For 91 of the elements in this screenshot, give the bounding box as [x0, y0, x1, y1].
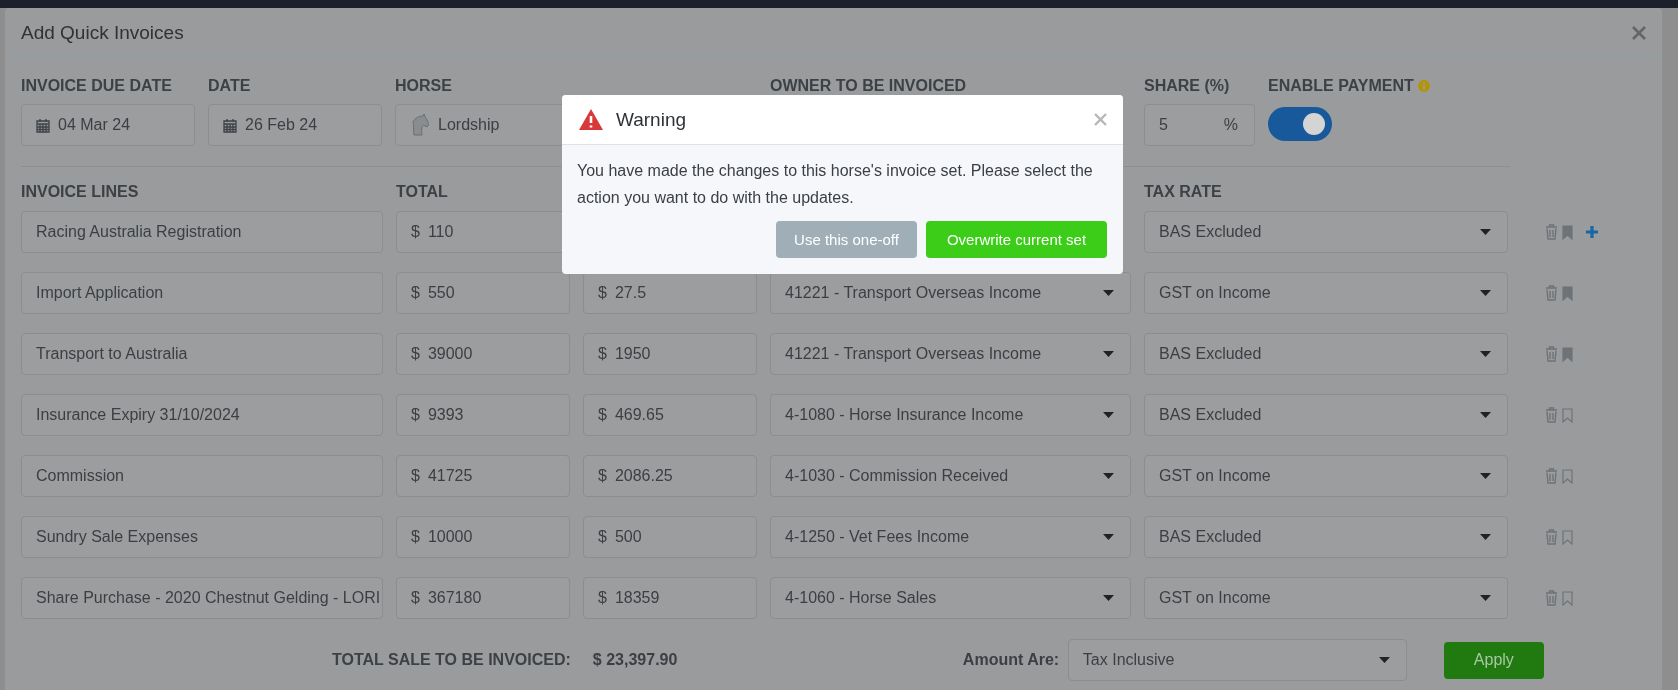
- caret-icon: [1480, 351, 1491, 357]
- caret-icon: [1103, 351, 1114, 357]
- tax-rate-select[interactable]: GST on Income: [1144, 577, 1508, 619]
- account-select[interactable]: 41221 - Transport Overseas Income: [770, 333, 1131, 375]
- column-heading: INVOICE LINES: [21, 182, 140, 202]
- tax-field[interactable]: $ 1950: [583, 333, 757, 375]
- share-field[interactable]: 5 %: [1144, 104, 1255, 146]
- trash-icon[interactable]: [1545, 346, 1558, 362]
- field-label: OWNER TO BE INVOICED: [770, 76, 968, 96]
- field-label: INVOICE DUE DATE: [21, 76, 173, 96]
- horse-head-icon: [410, 114, 430, 136]
- close-icon[interactable]: [1632, 25, 1646, 40]
- field-label: DATE: [208, 76, 252, 96]
- caret-icon: [1480, 534, 1491, 540]
- description-field[interactable]: Share Purchase - 2020 Chestnut Gelding - LORI: [21, 577, 383, 619]
- date-field[interactable]: 04 Mar 24: [21, 104, 195, 146]
- bookmark-icon[interactable]: [1562, 590, 1573, 606]
- field-label: SHARE (%): [1144, 76, 1231, 96]
- description-field[interactable]: Commission: [21, 455, 383, 497]
- bookmark-icon[interactable]: [1562, 224, 1573, 240]
- tax-field[interactable]: $ 27.5: [583, 272, 757, 314]
- total-value: $ 23,397.90: [592, 651, 679, 669]
- tax-rate-select[interactable]: GST on Income: [1144, 455, 1508, 497]
- warning-icon: [578, 108, 604, 131]
- account-select[interactable]: 4-1250 - Vet Fees Income: [770, 516, 1131, 558]
- account-select[interactable]: 4-1030 - Commission Received: [770, 455, 1131, 497]
- caret-icon: [1103, 595, 1114, 601]
- account-select[interactable]: 41221 - Transport Overseas Income: [770, 272, 1131, 314]
- amount-select[interactable]: Tax Inclusive: [1067, 639, 1407, 681]
- bookmark-icon[interactable]: [1562, 407, 1573, 423]
- caret-icon: [1103, 290, 1114, 296]
- overwrite-button[interactable]: Overwrite current set: [926, 221, 1107, 258]
- tax-field[interactable]: $ 18359: [583, 577, 757, 619]
- bookmark-icon[interactable]: [1562, 468, 1573, 484]
- one-off-button[interactable]: Use this one-off: [776, 221, 917, 258]
- caret-icon: [1480, 229, 1491, 235]
- apply-button[interactable]: Apply: [1443, 641, 1544, 679]
- amount-label: Amount Are:: [962, 651, 1061, 669]
- calendar-icon: [36, 117, 50, 133]
- field-label: ENABLE PAYMENT: [1268, 76, 1414, 96]
- bookmark-icon[interactable]: [1562, 529, 1573, 545]
- caret-icon: [1378, 657, 1390, 663]
- description-field[interactable]: Transport to Australia: [21, 333, 383, 375]
- info-icon[interactable]: [1417, 80, 1430, 92]
- caret-icon: [1480, 412, 1491, 418]
- total-field[interactable]: $ 9393: [396, 394, 570, 436]
- calendar-icon: [223, 117, 237, 133]
- total-field[interactable]: $ 41725: [396, 455, 570, 497]
- tax-field[interactable]: $ 2086.25: [583, 455, 757, 497]
- column-heading: TAX RATE: [1144, 182, 1223, 202]
- dialog-message: You have made the changes to this horse's invoice set. Please select the action you want to do with the updates.: [577, 161, 1094, 208]
- total-field[interactable]: $ 367180: [396, 577, 570, 619]
- total-label: TOTAL SALE TO BE INVOICED:: [332, 651, 571, 669]
- date-field[interactable]: 26 Feb 24: [208, 104, 382, 146]
- tax-rate-select[interactable]: BAS Excluded: [1144, 394, 1508, 436]
- close-icon[interactable]: [1094, 113, 1107, 126]
- caret-icon: [1480, 595, 1491, 601]
- trash-icon[interactable]: [1545, 407, 1558, 423]
- caret-icon: [1103, 473, 1114, 479]
- description-field[interactable]: Insurance Expiry 31/10/2024: [21, 394, 383, 436]
- bookmark-icon[interactable]: [1562, 285, 1573, 301]
- plus-icon[interactable]: [1585, 225, 1599, 239]
- trash-icon[interactable]: [1545, 590, 1558, 606]
- description-field[interactable]: Racing Australia Registration: [21, 211, 383, 253]
- account-select[interactable]: 4-1080 - Horse Insurance Income: [770, 394, 1131, 436]
- caret-icon: [1103, 412, 1114, 418]
- tax-rate-select[interactable]: BAS Excluded: [1144, 333, 1508, 375]
- total-field[interactable]: $ 39000: [396, 333, 570, 375]
- caret-icon: [1103, 534, 1114, 540]
- trash-icon[interactable]: [1545, 285, 1558, 301]
- payment-toggle[interactable]: [1268, 107, 1332, 141]
- field-label: HORSE: [395, 76, 453, 96]
- caret-icon: [1480, 473, 1491, 479]
- tax-rate-select[interactable]: GST on Income: [1144, 272, 1508, 314]
- account-select[interactable]: 4-1060 - Horse Sales: [770, 577, 1131, 619]
- tax-field[interactable]: $ 469.65: [583, 394, 757, 436]
- modal-title: Add Quick Invoices: [21, 21, 184, 44]
- trash-icon[interactable]: [1545, 468, 1558, 484]
- dialog-title: Warning: [616, 108, 688, 131]
- total-field[interactable]: $ 550: [396, 272, 570, 314]
- description-field[interactable]: Sundry Sale Expenses: [21, 516, 383, 558]
- trash-icon[interactable]: [1545, 529, 1558, 545]
- trash-icon[interactable]: [1545, 224, 1558, 240]
- description-field[interactable]: Import Application: [21, 272, 383, 314]
- total-field[interactable]: $ 10000: [396, 516, 570, 558]
- bookmark-icon[interactable]: [1562, 346, 1573, 362]
- tax-field[interactable]: $ 500: [583, 516, 757, 558]
- tax-rate-select[interactable]: BAS Excluded: [1144, 211, 1508, 253]
- column-heading: TOTAL: [396, 182, 449, 202]
- caret-icon: [1480, 290, 1491, 296]
- tax-rate-select[interactable]: BAS Excluded: [1144, 516, 1508, 558]
